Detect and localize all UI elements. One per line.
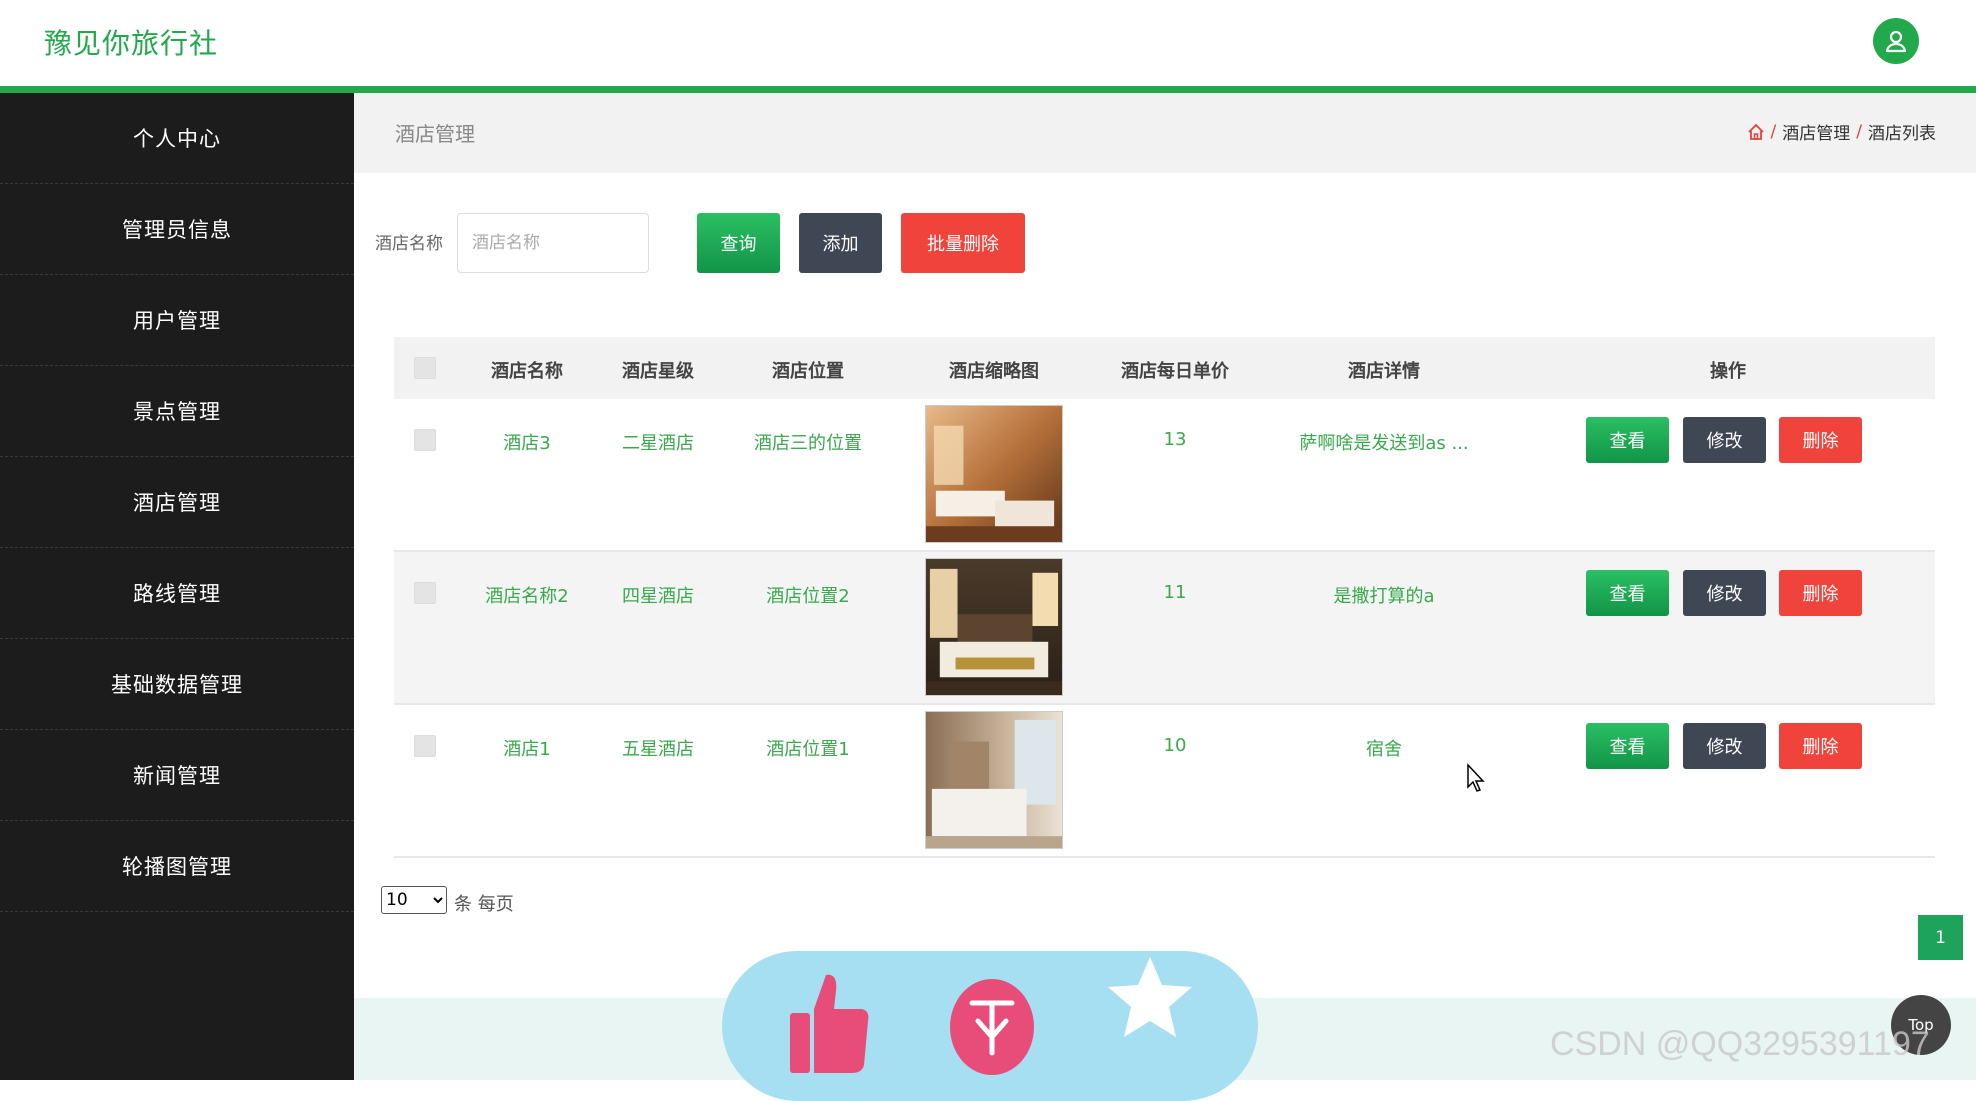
hotel-detail-cell: 是撒打算的a (1333, 586, 1435, 607)
page-title: 酒店管理 (395, 122, 475, 146)
batch-delete-button[interactable]: 批量删除 (901, 213, 1025, 273)
sidebar-item-personal-center[interactable]: 个人中心 (0, 93, 354, 184)
row-checkbox[interactable] (414, 735, 436, 757)
hotel-thumbnail-image (925, 558, 1063, 696)
breadcrumb-item-hotel-management[interactable]: 酒店管理 (1782, 119, 1850, 144)
sidebar-item-user-management[interactable]: 用户管理 (0, 275, 354, 366)
delete-button[interactable]: 删除 (1779, 417, 1862, 463)
column-header-actions: 操作 (1710, 361, 1746, 382)
table-row: 酒店3 二星酒店 酒店三的位置 13 萨啊啥是发送到as ... 查看 修改 删… (394, 399, 1935, 552)
view-button[interactable]: 查看 (1586, 417, 1669, 463)
sidebar-item-news-management[interactable]: 新闻管理 (0, 730, 354, 821)
hotel-name-search-input[interactable] (457, 213, 649, 273)
delete-button[interactable]: 删除 (1779, 570, 1862, 616)
user-icon (1885, 30, 1907, 53)
top-bar: 豫见你旅行社 (0, 0, 1976, 86)
main-content: 酒店管理 / 酒店管理 / 酒店列表 酒店名称 查询 添加 批量删除 酒店名称 … (354, 93, 1976, 1101)
hotel-price-cell: 13 (1163, 429, 1187, 450)
row-checkbox[interactable] (414, 582, 436, 604)
hotel-star-cell: 二星酒店 (622, 433, 694, 454)
column-header-name: 酒店名称 (491, 361, 563, 382)
hotel-detail-cell: 萨啊啥是发送到as ... (1299, 433, 1469, 454)
hotel-thumbnail-image (925, 711, 1063, 849)
hotel-price-cell: 11 (1163, 582, 1187, 603)
hotel-star-cell: 四星酒店 (622, 586, 694, 607)
hotel-location-cell: 酒店位置1 (766, 739, 850, 760)
hotel-table: 酒店名称 酒店星级 酒店位置 酒店缩略图 酒店每日单价 酒店详情 操作 酒店3 … (394, 337, 1935, 858)
column-header-detail: 酒店详情 (1348, 361, 1420, 382)
table-row: 酒店1 五星酒店 酒店位置1 10 宿舍 查看 修改 删除 (394, 705, 1935, 858)
sidebar-item-hotel-management[interactable]: 酒店管理 (0, 457, 354, 548)
column-header-star: 酒店星级 (622, 361, 694, 382)
column-header-thumbnail: 酒店缩略图 (949, 361, 1039, 382)
search-label: 酒店名称 (375, 234, 443, 254)
hotel-thumbnail-image (925, 405, 1063, 543)
breadcrumb-separator: / (1856, 121, 1862, 142)
hotel-price-cell: 10 (1163, 735, 1187, 756)
sidebar-item-scenic-management[interactable]: 景点管理 (0, 366, 354, 457)
mouse-cursor-icon (1467, 763, 1485, 792)
sidebar-item-route-management[interactable]: 路线管理 (0, 548, 354, 639)
thumbs-up-icon[interactable] (786, 969, 870, 1079)
header-accent-line (0, 86, 1976, 93)
view-button[interactable]: 查看 (1586, 570, 1669, 616)
hotel-name-cell: 酒店名称2 (485, 586, 569, 607)
sidebar-item-carousel-management[interactable]: 轮播图管理 (0, 821, 354, 912)
add-button[interactable]: 添加 (799, 213, 882, 273)
page-number-button[interactable]: 1 (1918, 915, 1963, 960)
view-button[interactable]: 查看 (1586, 723, 1669, 769)
site-logo[interactable]: 豫见你旅行社 (44, 22, 218, 62)
sidebar-item-base-data-management[interactable]: 基础数据管理 (0, 639, 354, 730)
row-checkbox[interactable] (414, 429, 436, 451)
query-button[interactable]: 查询 (697, 213, 780, 273)
page-size-select[interactable]: 10 (381, 886, 447, 914)
breadcrumb: / 酒店管理 / 酒店列表 (1747, 119, 1936, 144)
select-all-checkbox[interactable] (414, 357, 436, 379)
table-row: 酒店名称2 四星酒店 酒店位置2 11 是撒打算的a 查看 修改 删除 (394, 552, 1935, 705)
user-avatar-button[interactable] (1873, 18, 1919, 64)
hotel-name-cell: 酒店3 (503, 433, 551, 454)
edit-button[interactable]: 修改 (1683, 723, 1766, 769)
table-header: 酒店名称 酒店星级 酒店位置 酒店缩略图 酒店每日单价 酒店详情 操作 (394, 337, 1935, 399)
column-header-location: 酒店位置 (772, 361, 844, 382)
hotel-star-cell: 五星酒店 (622, 739, 694, 760)
hotel-location-cell: 酒店位置2 (766, 586, 850, 607)
per-page-label: 条 每页 (454, 894, 514, 915)
edit-button[interactable]: 修改 (1683, 417, 1766, 463)
page-header: 酒店管理 / 酒店管理 / 酒店列表 (354, 93, 1976, 173)
star-icon[interactable] (1106, 953, 1194, 1041)
sidebar-item-admin-info[interactable]: 管理员信息 (0, 184, 354, 275)
breadcrumb-separator: / (1770, 121, 1777, 142)
edit-button[interactable]: 修改 (1683, 570, 1766, 616)
hotel-detail-cell: 宿舍 (1366, 739, 1402, 760)
delete-button[interactable]: 删除 (1779, 723, 1862, 769)
home-icon[interactable] (1747, 123, 1765, 141)
hotel-location-cell: 酒店三的位置 (754, 433, 862, 454)
column-header-price: 酒店每日单价 (1121, 361, 1229, 382)
breadcrumb-item-hotel-list: 酒店列表 (1868, 124, 1936, 144)
coin-icon[interactable] (948, 969, 1036, 1079)
sidebar: 个人中心 管理员信息 用户管理 景点管理 酒店管理 路线管理 基础数据管理 新闻… (0, 93, 354, 1080)
watermark-text: CSDN @QQ3295391197 (1550, 1025, 1930, 1063)
hotel-name-cell: 酒店1 (503, 739, 551, 760)
floating-action-bar (722, 951, 1258, 1101)
